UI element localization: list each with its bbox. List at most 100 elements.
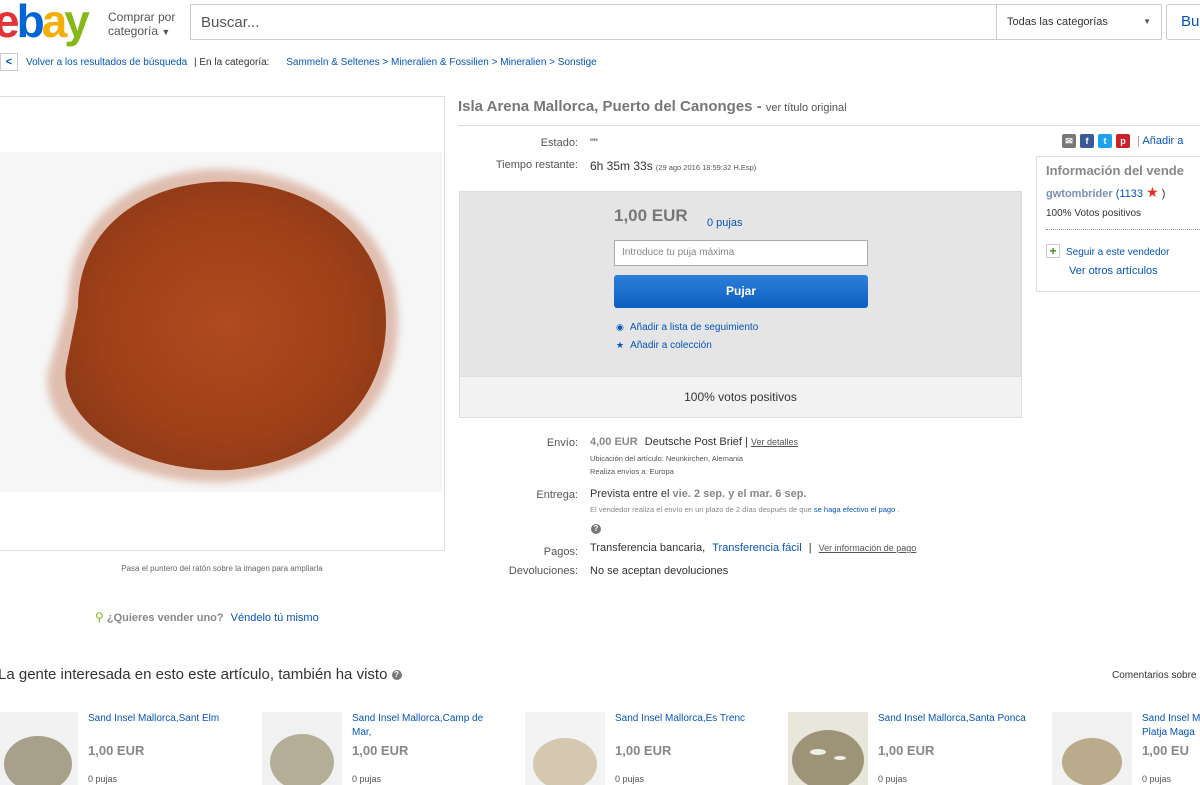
related-item-title[interactable]: Sand Insel Mallorca,Es Trenc — [615, 712, 765, 726]
seller-name-link[interactable]: gwtombrider — [1046, 188, 1113, 200]
shipping-label: Envío: — [546, 437, 578, 449]
shipping-details-link[interactable]: Ver detalles — [751, 437, 798, 447]
bid-count-link[interactable]: 0 pujas — [707, 217, 742, 229]
seller-name-row: gwtombrider (1133 ★ ) — [1046, 184, 1165, 201]
category-select[interactable]: Todas las categorías ▼ — [996, 4, 1162, 40]
time-left-label: Tiempo restante: — [495, 159, 578, 171]
back-to-results-link[interactable]: Volver a los resultados de búsqueda — [26, 57, 187, 68]
item-title-row: Isla Arena Mallorca, Puerto del Canonges… — [458, 98, 847, 115]
returns-label: Devoluciones: — [508, 565, 578, 577]
shipping-row: 4,00 EUR Deutsche Post Brief | Ver detal… — [590, 436, 798, 448]
related-item-title[interactable]: Sand Insel M Platja Maga — [1142, 712, 1200, 740]
seller-positive: 100% Votos positivos — [1046, 208, 1142, 219]
sand-thumbnail — [262, 712, 342, 785]
help-icon[interactable]: ? — [391, 670, 402, 681]
eye-icon: ◉ — [616, 322, 624, 332]
payments-separator: | — [808, 542, 812, 554]
related-item-bids: 0 pujas — [352, 774, 382, 784]
dotted-divider — [1046, 229, 1200, 230]
delivery-row: Prevista entre el vie. 2 sep. y el mar. … — [590, 488, 806, 500]
related-item-thumbnail[interactable] — [1052, 712, 1132, 785]
related-item-card[interactable]: Sand Insel Mallorca,Sant Elm 1,00 EUR 0 … — [0, 712, 258, 785]
breadcrumb-separator: > — [491, 57, 498, 68]
item-location: Ubicación del artículo: Neunkirchen, Ale… — [590, 454, 743, 463]
delivery-value: Prevista entre el — [590, 488, 670, 500]
related-item-title[interactable]: Sand Insel Mallorca,Sant Elm — [88, 712, 238, 726]
other-items-link[interactable]: Ver otros artículos — [1069, 265, 1158, 277]
in-category-label: | En la categoría: — [194, 57, 270, 68]
category-label: categoría — [108, 24, 159, 38]
related-item-thumbnail[interactable] — [0, 712, 78, 785]
comments-link[interactable]: Comentarios sobre — [1112, 670, 1196, 681]
payment-received-link[interactable]: se haga efectivo el pago — [814, 505, 895, 514]
shop-by-label: Comprar por — [108, 10, 176, 24]
time-left: 6h 35m 33s (29 ago 2016 18:59:32 H.Esp) — [590, 159, 756, 173]
related-heading-text: La gente interesada en esto este artícul… — [0, 666, 388, 683]
search-input[interactable]: Buscar... — [190, 4, 996, 40]
sand-pile-image — [0, 152, 442, 492]
facebook-icon[interactable]: f — [1080, 134, 1094, 148]
collection-label: Añadir a colección — [630, 340, 712, 351]
condition-label: Estado: — [540, 137, 578, 149]
twitter-icon[interactable]: t — [1098, 134, 1112, 148]
zoom-hint: Pasa el puntero del ratón sobre la image… — [121, 564, 323, 573]
title-separator: - — [756, 98, 762, 115]
add-to-collection-link[interactable]: ★ Añadir a colección — [616, 340, 712, 351]
product-photo[interactable] — [0, 152, 442, 492]
help-icon[interactable]: ? — [591, 520, 601, 538]
feedback-score-link[interactable]: (1133 — [1116, 188, 1143, 200]
delivery-note: El vendedor realiza el envío en un plazo… — [590, 505, 899, 514]
related-item-thumbnail[interactable] — [525, 712, 605, 785]
ebay-logo[interactable]: ebay — [0, 0, 90, 47]
payment-method: Transferencia bancaria, — [590, 542, 706, 554]
breadcrumb-link[interactable]: Sonstige — [558, 57, 597, 68]
category-select-value: Todas las categorías — [1007, 16, 1108, 28]
watchlist-label: Añadir a lista de seguimiento — [629, 322, 759, 333]
add-to-watchlist-link[interactable]: ◉ Añadir a lista de seguimiento — [616, 322, 758, 333]
related-item-price: 1,00 EUR — [615, 743, 672, 758]
easy-transfer-link[interactable]: Transferencia fácil — [712, 542, 801, 554]
related-item-bids: 0 pujas — [615, 774, 645, 784]
logo-letter: a — [41, 0, 68, 47]
sell-yourself-link[interactable]: Véndelo tú mismo — [231, 612, 319, 624]
follow-seller-label: Seguir a este vendedor — [1066, 247, 1170, 258]
breadcrumb-separator: > — [549, 57, 556, 68]
search-button[interactable]: Bu — [1166, 4, 1200, 40]
related-item-price: 1,00 EU — [1142, 743, 1189, 758]
chevron-down-icon: ▼ — [1143, 17, 1151, 26]
related-item-price: 1,00 EUR — [352, 743, 409, 758]
payments-label: Pagos: — [543, 546, 578, 558]
breadcrumb-link[interactable]: Mineralien — [500, 57, 546, 68]
breadcrumb-link[interactable]: Sammeln & Seltenes — [286, 57, 379, 68]
returns-value: No se aceptan devoluciones — [590, 565, 729, 577]
breadcrumb-link[interactable]: Mineralien & Fossilien — [391, 57, 489, 68]
related-item-card[interactable]: Sand Insel Mallorca,Santa Ponca 1,00 EUR… — [788, 712, 1048, 785]
breadcrumb: Volver a los resultados de búsqueda | En… — [26, 56, 597, 70]
add-to-link[interactable]: Añadir a — [1142, 135, 1183, 147]
pinterest-icon[interactable]: p — [1116, 134, 1130, 148]
seller-info-title: Información del vende — [1046, 163, 1184, 178]
related-item-card[interactable]: Sand Insel M Platja Maga 1,00 EU 0 pujas — [1052, 712, 1200, 785]
current-price: 1,00 EUR — [614, 206, 688, 225]
related-item-card[interactable]: Sand Insel Mallorca,Camp de Mar, 1,00 EU… — [262, 712, 522, 785]
related-item-thumbnail[interactable] — [788, 712, 868, 785]
share-bar: ✉ f t p | Añadir a — [1062, 134, 1183, 148]
place-bid-button[interactable]: Pujar — [614, 275, 868, 308]
star-icon: ★ — [1146, 184, 1159, 200]
payment-info-link[interactable]: Ver información de pago — [819, 543, 917, 553]
related-item-title[interactable]: Sand Insel Mallorca,Santa Ponca — [878, 712, 1028, 726]
sell-question: ¿Quieres vender uno? — [106, 612, 224, 624]
mail-icon[interactable]: ✉ — [1062, 134, 1076, 148]
follow-seller-link[interactable]: + Seguir a este vendedor — [1046, 244, 1169, 258]
back-arrow-icon[interactable]: < — [0, 53, 18, 71]
shop-by-category-button[interactable]: Comprar por categoría ▼ — [108, 10, 175, 39]
original-title-link[interactable]: ver título original — [766, 102, 847, 114]
related-item-title[interactable]: Sand Insel Mallorca,Camp de Mar, — [352, 712, 502, 740]
related-item-price: 1,00 EUR — [878, 743, 935, 758]
related-item-thumbnail[interactable] — [262, 712, 342, 785]
related-item-bids: 0 pujas — [1142, 774, 1172, 784]
delivery-note-text: El vendedor realiza el envío en un plazo… — [590, 505, 812, 514]
related-item-card[interactable]: Sand Insel Mallorca,Es Trenc 1,00 EUR 0 … — [525, 712, 785, 785]
delivery-note-end: . — [897, 505, 900, 514]
max-bid-input[interactable]: Introduce tu puja máxima — [614, 240, 868, 266]
